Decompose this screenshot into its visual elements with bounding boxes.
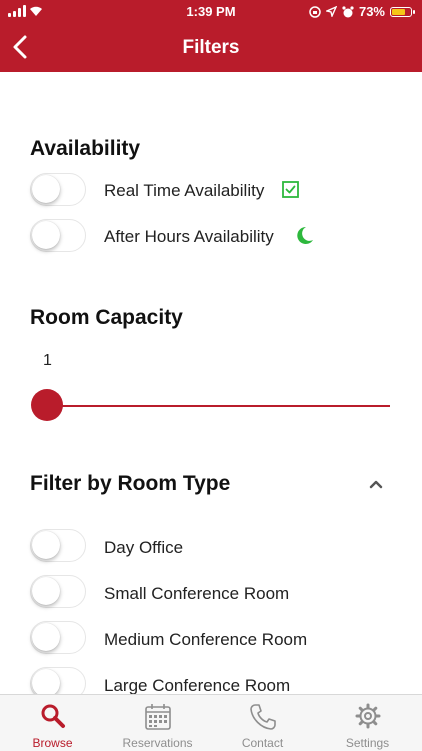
gear-icon (355, 703, 380, 729)
small-conference-room-label: Small Conference Room (104, 584, 290, 603)
tab-reservations-label: Reservations (122, 736, 193, 750)
status-bar: 1:39 PM 73% (0, 0, 422, 24)
tab-contact-label: Contact (241, 736, 284, 750)
capacity-value: 1 (43, 352, 52, 369)
availability-title: Availability (30, 137, 141, 160)
room-type-title: Filter by Room Type (30, 472, 231, 495)
real-time-availability-toggle[interactable] (30, 173, 86, 206)
tab-settings-label: Settings (345, 736, 390, 750)
lock-rotation-icon (309, 5, 321, 18)
search-icon (41, 704, 65, 728)
page-title: Filters (182, 37, 240, 58)
small-conference-room-toggle[interactable] (30, 575, 86, 608)
day-office-label: Day Office (104, 538, 184, 557)
tab-browse-label: Browse (32, 736, 73, 750)
battery-percent: 73% (358, 4, 385, 19)
tab-settings[interactable]: Settings (315, 695, 420, 751)
location-icon (325, 6, 337, 17)
moon-icon (297, 226, 313, 244)
capacity-slider-thumb[interactable] (31, 389, 63, 421)
medium-conference-room-label: Medium Conference Room (104, 630, 308, 649)
phone-icon (249, 704, 276, 730)
capacity-slider-track[interactable] (47, 405, 390, 407)
battery-icon (390, 6, 415, 17)
app-header: 1:39 PM 73% Filters (0, 0, 422, 72)
alarm-icon (342, 5, 354, 17)
room-capacity-title: Room Capacity (30, 306, 183, 329)
real-time-availability-label: Real Time Availability (104, 181, 265, 200)
after-hours-availability-label: After Hours Availability (104, 227, 274, 246)
status-right: 73% (309, 4, 415, 19)
checkbox-check-icon (282, 181, 299, 198)
tab-contact[interactable]: Contact (210, 695, 315, 751)
calendar-icon (144, 704, 171, 730)
medium-conference-room-toggle[interactable] (30, 621, 86, 654)
tab-bar: Browse Reservations Contact Settings (0, 694, 422, 751)
large-conference-room-label: Large Conference Room (104, 676, 291, 695)
tab-browse[interactable]: Browse (0, 695, 105, 751)
after-hours-availability-toggle[interactable] (30, 219, 86, 252)
tab-reservations[interactable]: Reservations (105, 695, 210, 751)
chevron-up-icon[interactable] (364, 474, 388, 494)
day-office-toggle[interactable] (30, 529, 86, 562)
